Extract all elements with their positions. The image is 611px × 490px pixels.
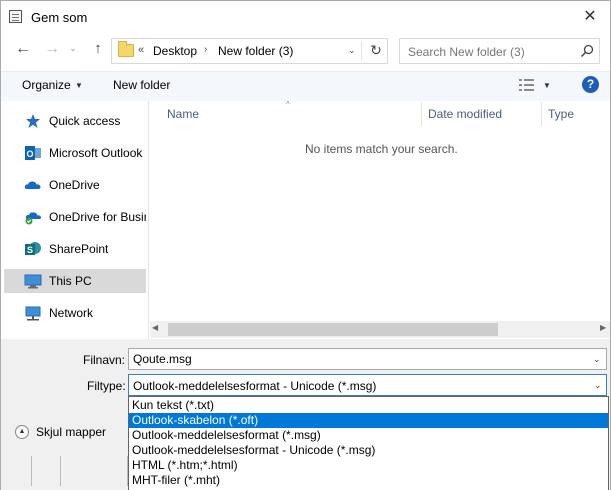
sidebar-item-label: OneDrive [49, 178, 100, 192]
scroll-right-icon[interactable]: ▶ [600, 323, 606, 332]
filetype-option[interactable]: Kun tekst (*.txt) [129, 398, 608, 413]
sidebar-item-label: This PC [49, 274, 92, 288]
sidebar-item-network[interactable]: Network [4, 301, 146, 325]
address-dropdown-icon[interactable]: ⌄ [348, 45, 356, 56]
breadcrumb-overflow[interactable]: « [138, 44, 144, 56]
scrollbar-thumb[interactable] [168, 323, 498, 336]
breadcrumb-separator[interactable]: › [204, 44, 207, 55]
filetype-option[interactable]: Outlook-meddelelsesformat - Unicode (*.m… [129, 443, 608, 458]
sidebar-item-label: Quick access [49, 114, 121, 128]
column-divider[interactable] [421, 102, 422, 126]
document-icon [9, 10, 22, 23]
address-bar[interactable]: « Desktop › New folder (3) [111, 38, 388, 64]
sidebar-item-label: Microsoft Outlook [49, 146, 143, 160]
navigation-pane: Quick access O Microsoft Outlook OneDriv… [1, 101, 149, 339]
sidebar-item-quick-access[interactable]: Quick access [4, 109, 146, 133]
chevron-down-icon[interactable]: ▼ [75, 81, 83, 90]
cloud-check-icon [25, 212, 41, 225]
star-icon [26, 114, 40, 128]
scroll-left-icon[interactable]: ◀ [152, 323, 158, 332]
column-header-date-modified[interactable]: Date modified [428, 107, 502, 121]
svg-text:O: O [26, 149, 33, 159]
filename-label: Filnavn: [83, 353, 126, 367]
computer-icon [24, 274, 42, 289]
organize-button[interactable]: Organize [22, 78, 71, 92]
column-header-name[interactable]: Name [167, 107, 199, 121]
help-button[interactable]: ? [582, 76, 599, 93]
column-divider[interactable] [541, 102, 542, 126]
sidebar-item-label: Network [49, 306, 94, 320]
sidebar-item-onedrive[interactable]: OneDrive [4, 173, 146, 197]
sidebar-item-microsoft-outlook[interactable]: O Microsoft Outlook [4, 141, 146, 165]
breadcrumb-desktop[interactable]: Desktop [153, 44, 197, 58]
outlook-icon: O [25, 146, 41, 160]
folder-icon [118, 41, 134, 57]
breadcrumb-new-folder[interactable]: New folder (3) [218, 44, 293, 58]
search-input[interactable]: Search New folder (3) [399, 38, 600, 64]
filetype-option[interactable]: Outlook-meddelelsesformat (*.msg) [129, 428, 608, 443]
sidebar-item-this-pc[interactable]: This PC [4, 269, 146, 293]
sidebar-item-label: SharePoint [49, 242, 109, 256]
filetype-selected-value: Outlook-meddelelsesformat - Unicode (*.m… [133, 379, 377, 393]
view-dropdown-icon[interactable]: ▼ [543, 81, 551, 90]
address-divider [361, 41, 362, 61]
refresh-button[interactable]: ↻ [367, 41, 385, 59]
recent-locations-dropdown[interactable]: ⌄ [65, 43, 81, 57]
sidebar-item-sharepoint[interactable]: S SharePoint [4, 237, 146, 261]
back-button[interactable]: ← [12, 38, 34, 60]
sidebar-item-label: OneDrive for Business [49, 210, 146, 224]
filetype-option[interactable]: HTML (*.htm;*.html) [129, 458, 608, 473]
filetype-option-highlighted[interactable]: Outlook-skabelon (*.oft) [129, 413, 608, 428]
filetype-dropdown-list: Kun tekst (*.txt) Outlook-skabelon (*.of… [128, 396, 609, 490]
filename-dropdown-icon[interactable]: ⌄ [593, 354, 601, 365]
title-bar: Gem som ✕ [1, 1, 610, 33]
svg-text:S: S [27, 245, 33, 255]
forward-button[interactable]: → [41, 38, 63, 60]
filetype-option[interactable]: MHT-filer (*.mht) [129, 473, 608, 488]
empty-folder-message: No items match your search. [305, 142, 458, 156]
hide-folders-label: Skjul mapper [36, 425, 107, 439]
up-button[interactable]: ↑ [87, 38, 109, 60]
search-placeholder: Search New folder (3) [408, 45, 525, 59]
sidebar-item-onedrive-business[interactable]: OneDrive for Business [4, 205, 146, 229]
new-folder-button[interactable]: New folder [113, 78, 170, 92]
chevron-up-icon: ▲ [15, 425, 29, 439]
close-button[interactable]: ✕ [579, 7, 601, 27]
sort-indicator-icon: ^ [286, 100, 290, 109]
sharepoint-icon: S [25, 242, 41, 255]
filename-field[interactable] [128, 348, 607, 370]
save-as-dialog: Gem som ✕ ← → ⌄ ↑ « Desktop › New folder… [0, 0, 611, 490]
cloud-icon [24, 181, 41, 189]
filetype-label: Filtype: [87, 379, 126, 393]
obscured-buttons [31, 456, 128, 486]
network-icon [25, 306, 41, 321]
filetype-select[interactable]: Outlook-meddelelsesformat - Unicode (*.m… [128, 374, 607, 396]
search-icon[interactable] [580, 44, 594, 58]
window-title: Gem som [31, 10, 88, 25]
column-header-type[interactable]: Type [548, 107, 574, 121]
view-options-icon[interactable] [518, 78, 536, 92]
chevron-down-icon[interactable]: ⌄ [594, 380, 602, 391]
